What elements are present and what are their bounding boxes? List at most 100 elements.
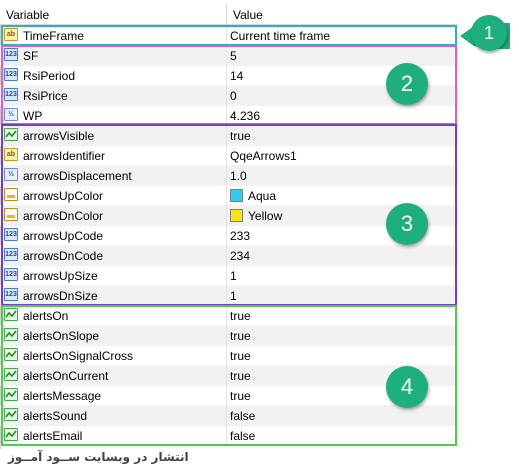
table-row[interactable]: 123 arrowsDnCode 234 — [0, 245, 458, 266]
string-type-icon: ab — [4, 28, 18, 41]
variable-name: alertsMessage — [23, 389, 102, 403]
cell-divider — [226, 45, 227, 65]
variable-name: arrowsUpColor — [23, 189, 104, 203]
integer-type-icon: 123 — [4, 268, 18, 281]
variable-value: 233 — [230, 229, 251, 243]
variable-value-cell[interactable]: 1 — [230, 269, 237, 283]
variable-value: 14 — [230, 69, 244, 83]
table-row[interactable]: ab TimeFrame Current time frame — [0, 25, 458, 46]
variable-value-cell[interactable]: 4.236 — [230, 109, 260, 123]
variable-value-cell[interactable]: true — [230, 349, 251, 363]
variable-value-cell[interactable]: Yellow — [230, 209, 282, 223]
variable-value: Yellow — [248, 209, 283, 223]
integer-type-icon: 123 — [4, 248, 18, 261]
table-row[interactable]: ½ arrowsDisplacement 1.0 — [0, 165, 458, 186]
variable-name: arrowsDnSize — [23, 289, 98, 303]
integer-type-icon: 123 — [4, 288, 18, 301]
table-row[interactable]: alertsOnSignalCross true — [0, 345, 458, 366]
variable-value-cell[interactable]: 233 — [230, 229, 250, 243]
annotation-badge-4: 4 — [386, 366, 428, 408]
variable-value-cell[interactable]: false — [230, 409, 255, 423]
table-row[interactable]: 123 SF 5 — [0, 45, 458, 66]
variable-name: TimeFrame — [23, 29, 84, 43]
string-type-icon: ab — [4, 148, 18, 161]
variable-value-cell[interactable]: true — [230, 129, 251, 143]
variable-value-cell[interactable]: QqeArrows1 — [230, 149, 297, 163]
variable-name: arrowsIdentifier — [23, 149, 106, 163]
cell-divider — [226, 325, 227, 345]
cell-divider — [226, 365, 227, 385]
variable-name: alertsEmail — [23, 429, 83, 443]
variable-value: 4.236 — [230, 109, 261, 123]
boolean-type-icon — [4, 128, 18, 141]
cell-divider — [226, 125, 227, 145]
boolean-type-icon — [4, 428, 18, 441]
annotation-badge-2: 2 — [386, 63, 428, 105]
variable-value-cell[interactable]: 5 — [230, 49, 237, 63]
table-row[interactable]: arrowsVisible true — [0, 125, 458, 146]
variable-name: arrowsUpCode — [23, 229, 104, 243]
variable-name: arrowsDisplacement — [23, 169, 132, 183]
variable-name: RsiPrice — [23, 89, 68, 103]
variable-value-cell[interactable]: 1 — [230, 289, 237, 303]
variable-name: alertsOnCurrent — [23, 369, 109, 383]
variable-value: false — [230, 429, 256, 443]
variable-value-cell[interactable]: Aqua — [230, 189, 276, 203]
table-row[interactable]: ab arrowsIdentifier QqeArrows1 — [0, 145, 458, 166]
variable-value-cell[interactable]: 1.0 — [230, 169, 247, 183]
column-divider[interactable] — [226, 4, 227, 24]
table-row[interactable]: alertsEmail false — [0, 425, 458, 446]
variable-value: Current time frame — [230, 29, 331, 43]
variable-value: true — [230, 369, 251, 383]
column-header-variable[interactable]: Variable — [6, 8, 49, 22]
variable-name: arrowsDnColor — [23, 209, 104, 223]
variable-name: RsiPeriod — [23, 69, 76, 83]
table-row[interactable]: alertsOnSlope true — [0, 325, 458, 346]
variable-value: true — [230, 329, 251, 343]
column-header-value[interactable]: Value — [233, 8, 263, 22]
footer-credit: انتشار در وبسایت ســود آمــوز — [8, 450, 189, 464]
variable-value-cell[interactable]: true — [230, 329, 251, 343]
variable-value: true — [230, 349, 251, 363]
color-type-icon — [4, 188, 18, 201]
cell-divider — [226, 65, 227, 85]
integer-type-icon: 123 — [4, 88, 18, 101]
color-type-icon — [4, 208, 18, 221]
boolean-type-icon — [4, 408, 18, 421]
variable-name: SF — [23, 49, 39, 63]
annotation-badge-1: 1 — [471, 15, 507, 51]
variable-value-cell[interactable]: 234 — [230, 249, 250, 263]
table-row[interactable]: alertsOn true — [0, 305, 458, 326]
variable-value: Aqua — [248, 189, 277, 203]
cell-divider — [226, 25, 227, 45]
variable-value-cell[interactable]: false — [230, 429, 255, 443]
boolean-type-icon — [4, 348, 18, 361]
variable-name: alertsOnSignalCross — [23, 349, 134, 363]
cell-divider — [226, 265, 227, 285]
variable-value: true — [230, 309, 251, 323]
variable-value: 234 — [230, 249, 251, 263]
variable-name: arrowsVisible — [23, 129, 95, 143]
variable-value: 1.0 — [230, 169, 247, 183]
cell-divider — [226, 405, 227, 425]
variable-value-cell[interactable]: Current time frame — [230, 29, 330, 43]
table-row[interactable]: arrowsUpColor Aqua — [0, 185, 458, 206]
variable-value-cell[interactable]: true — [230, 369, 251, 383]
variable-value-cell[interactable]: 0 — [230, 89, 237, 103]
cell-divider — [226, 105, 227, 125]
double-type-icon: ½ — [4, 108, 18, 121]
table-row[interactable]: ½ WP 4.236 — [0, 105, 458, 126]
table-header: Variable Value — [0, 4, 458, 25]
variable-value-cell[interactable]: true — [230, 309, 251, 323]
cell-divider — [226, 345, 227, 365]
variable-value-cell[interactable]: 14 — [230, 69, 243, 83]
table-row[interactable]: 123 arrowsDnSize 1 — [0, 285, 458, 306]
variable-value-cell[interactable]: true — [230, 389, 251, 403]
variable-name: arrowsDnCode — [23, 249, 104, 263]
variable-name: arrowsUpSize — [23, 269, 98, 283]
table-row[interactable]: alertsSound false — [0, 405, 458, 426]
variable-value: true — [230, 129, 251, 143]
integer-type-icon: 123 — [4, 48, 18, 61]
variable-value: false — [230, 409, 256, 423]
table-row[interactable]: 123 arrowsUpSize 1 — [0, 265, 458, 286]
